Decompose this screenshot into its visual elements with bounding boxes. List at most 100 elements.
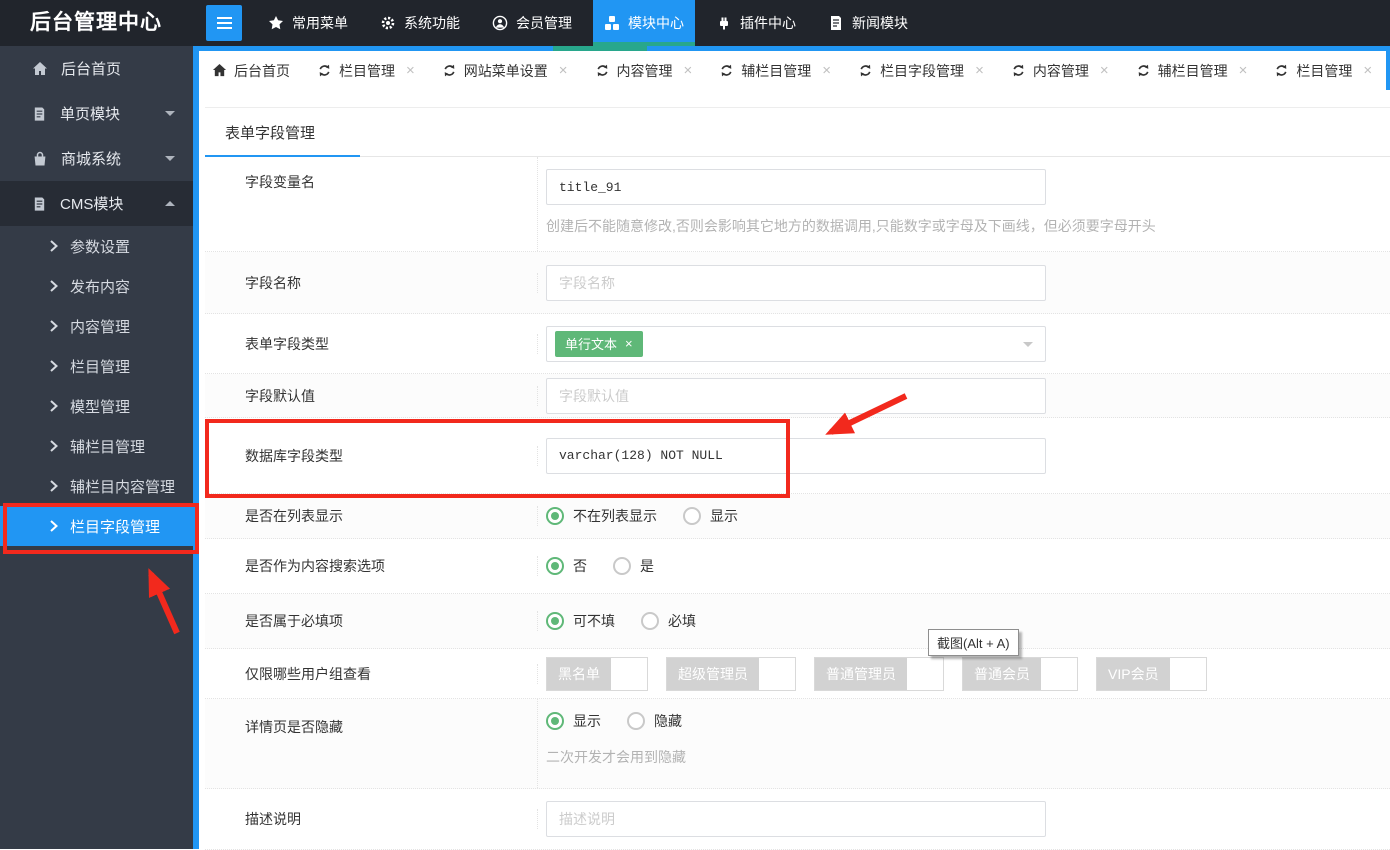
home-icon (33, 61, 47, 75)
radio-not-in-list[interactable]: 不在列表显示 (546, 506, 657, 526)
sidebar-subitem-label: 辅栏目内容管理 (70, 478, 176, 496)
usergroup-label: 普通会员 (963, 657, 1041, 690)
close-icon[interactable]: × (1239, 62, 1248, 79)
member-icon (492, 15, 508, 31)
shop-icon (34, 151, 46, 165)
plugin-icon (720, 17, 728, 30)
checkbox[interactable] (759, 657, 795, 690)
close-icon[interactable]: × (1100, 62, 1109, 79)
field-label: 数据库字段类型 (205, 445, 538, 466)
checkbox[interactable] (611, 657, 647, 690)
sidebar-item-home[interactable]: 后台首页 (0, 46, 193, 91)
sidebar-subitem-model[interactable]: 模型管理 (0, 386, 193, 426)
radio-search-no[interactable]: 否 (546, 556, 587, 576)
radio-selected-icon (546, 712, 564, 730)
sidebar-subitem-label: 发布内容 (70, 278, 131, 296)
tab-column-fields-active[interactable]: 栏目字段管 (1386, 51, 1390, 90)
tab-site-menu[interactable]: 网站菜单设置 × (429, 51, 581, 90)
topnav-item-system[interactable]: 系统功能 (369, 0, 471, 46)
tab-label: 后台首页 (234, 62, 290, 79)
tab-column-fields-manage[interactable]: 栏目字段管理 × (845, 51, 997, 90)
form-row-field-name: 字段名称 (205, 252, 1390, 314)
usergroup-checkbox-blacklist[interactable]: 黑名单 (546, 656, 648, 691)
topnav-item-news[interactable]: 新闻模块 (817, 0, 919, 46)
sidebar-item-label: 单页模块 (60, 106, 121, 123)
refresh-icon (319, 64, 330, 77)
tab-column-manage-2[interactable]: 栏目管理 × (1261, 51, 1385, 90)
usergroup-checkbox-super-admin[interactable]: 超级管理员 (666, 656, 796, 691)
radio-icon (613, 557, 631, 575)
field-label: 描述说明 (205, 809, 538, 829)
usergroup-checkbox-vip[interactable]: VIP会员 (1096, 656, 1207, 691)
tab-content-manage-2[interactable]: 内容管理 × (998, 51, 1122, 90)
sidebar-subitem-column-fields[interactable]: 栏目字段管理 (0, 506, 193, 546)
refresh-icon (1276, 64, 1287, 77)
topnav-item-modules[interactable]: 模块中心 (593, 0, 695, 46)
radio-optional[interactable]: 可不填 (546, 611, 615, 631)
tag-remove-icon[interactable]: × (625, 336, 633, 351)
radio-detail-hide[interactable]: 隐藏 (627, 711, 682, 731)
sidebar-subitem-publish[interactable]: 发布内容 (0, 266, 193, 306)
radio-search-yes[interactable]: 是 (613, 556, 654, 576)
checkbox[interactable] (1041, 657, 1077, 690)
star-icon (269, 16, 283, 30)
sidebar-subitem-aux-content[interactable]: 辅栏目内容管理 (0, 466, 193, 506)
db-type-input[interactable] (546, 437, 1046, 474)
sidebar-subitem-params[interactable]: 参数设置 (0, 226, 193, 266)
topnav-item-plugins[interactable]: 插件中心 (705, 0, 807, 46)
sidebar-item-single-page[interactable]: 单页模块 (0, 91, 193, 136)
radio-required[interactable]: 必填 (641, 611, 696, 631)
field-label: 字段名称 (205, 272, 538, 293)
topnav-label: 新闻模块 (852, 15, 908, 31)
tab-home[interactable]: 后台首页 (199, 51, 303, 90)
tab-column-manage[interactable]: 栏目管理 × (304, 51, 428, 90)
topnav-label: 常用菜单 (292, 15, 348, 31)
topnav-label: 会员管理 (516, 15, 572, 31)
field-type-select[interactable]: 单行文本 × (546, 325, 1046, 362)
close-icon[interactable]: × (822, 62, 831, 79)
variable-name-input[interactable] (546, 169, 1046, 205)
close-icon[interactable]: × (975, 62, 984, 79)
default-value-input[interactable] (546, 377, 1046, 414)
field-name-input[interactable] (546, 264, 1046, 301)
tab-aux-column-manage[interactable]: 辅栏目管理 × (706, 51, 844, 90)
close-icon[interactable]: × (684, 62, 693, 79)
selected-type-tag: 单行文本 × (555, 330, 643, 357)
accent-strip (196, 46, 1390, 51)
close-icon[interactable]: × (559, 62, 568, 79)
close-icon[interactable]: × (406, 62, 415, 79)
topnav-item-common-menu[interactable]: 常用菜单 (257, 0, 359, 46)
description-input[interactable] (546, 801, 1046, 837)
checkbox[interactable] (1169, 657, 1206, 690)
sidebar-subitem-content[interactable]: 内容管理 (0, 306, 193, 346)
radio-selected-icon (546, 557, 564, 575)
tab-label: 网站菜单设置 (463, 62, 548, 79)
refresh-icon (721, 64, 732, 77)
radio-icon (627, 712, 645, 730)
chevron-up-icon (165, 196, 175, 206)
refresh-icon (1138, 64, 1149, 77)
usergroup-checkbox-admin[interactable]: 普通管理员 (814, 656, 944, 691)
sidebar-item-shop[interactable]: 商城系统 (0, 136, 193, 181)
tag-label: 单行文本 (565, 337, 618, 352)
gear-icon (381, 16, 395, 30)
radio-detail-show[interactable]: 显示 (546, 711, 601, 731)
usergroup-checkbox-member[interactable]: 普通会员 (962, 656, 1078, 691)
sidebar-subitem-aux-column[interactable]: 辅栏目管理 (0, 426, 193, 466)
close-icon[interactable]: × (1363, 62, 1372, 79)
topnav-label: 插件中心 (740, 15, 796, 31)
radio-label: 显示 (710, 508, 738, 524)
checkbox[interactable] (907, 657, 943, 690)
sidebar-subitem-column[interactable]: 栏目管理 (0, 346, 193, 386)
usergroup-label: 普通管理员 (815, 657, 907, 690)
topnav-item-members[interactable]: 会员管理 (481, 0, 583, 46)
form-row-detail-hidden: 详情页是否隐藏 显示 隐藏 二次开发才会用到隐藏 (205, 699, 1390, 789)
tab-label: 辅栏目管理 (741, 62, 812, 79)
radio-show-in-list[interactable]: 显示 (683, 506, 738, 526)
tabbar: 后台首页 栏目管理 × 网站菜单设置 × 内容管理 × 辅栏目管理 × 栏目字段… (199, 51, 1390, 90)
hamburger-menu-button[interactable] (206, 5, 242, 41)
tab-content-manage[interactable]: 内容管理 × (582, 51, 706, 90)
tab-aux-column-manage-2[interactable]: 辅栏目管理 × (1123, 51, 1261, 90)
sidebar-item-cms[interactable]: CMS模块 (0, 181, 193, 226)
sidebar-subitem-label: 辅栏目管理 (70, 438, 146, 456)
